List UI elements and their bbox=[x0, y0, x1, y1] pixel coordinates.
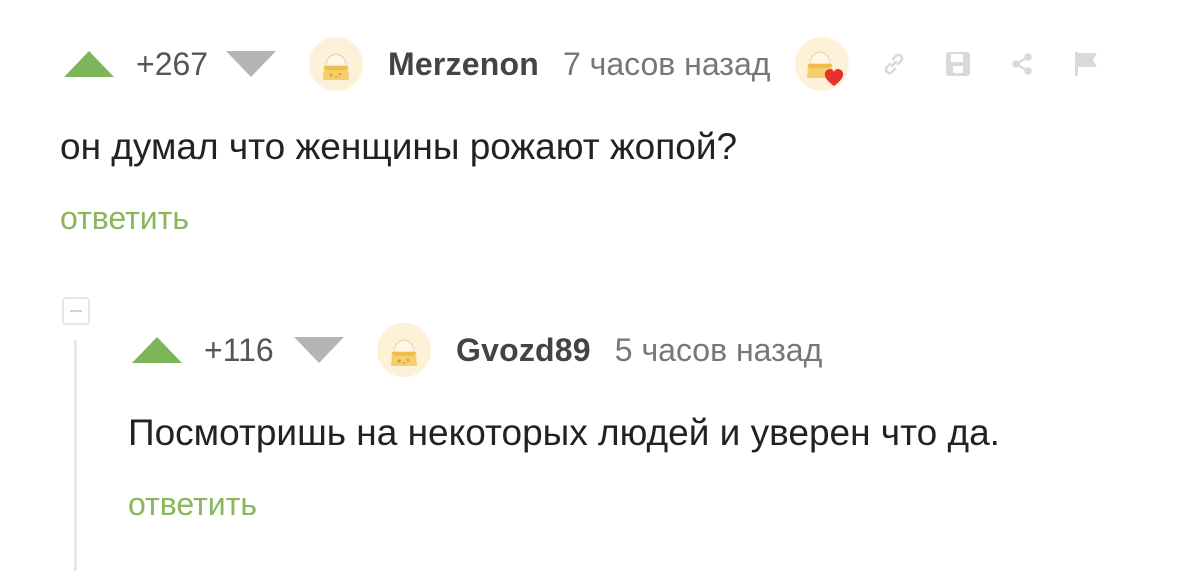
reply-button[interactable]: ответить bbox=[128, 486, 257, 523]
upvote-arrow-icon bbox=[64, 51, 114, 77]
reply-button[interactable]: ответить bbox=[60, 200, 189, 237]
comment-timestamp[interactable]: 5 часов назад bbox=[615, 332, 822, 369]
comment-actions bbox=[878, 48, 1102, 80]
comment-text: Посмотришь на некоторых людей и уверен ч… bbox=[128, 412, 1000, 453]
upvote-arrow-icon bbox=[132, 337, 182, 363]
comment-timestamp[interactable]: 7 часов назад bbox=[563, 46, 770, 83]
thread-line[interactable] bbox=[74, 340, 77, 571]
downvote-arrow-icon bbox=[294, 337, 344, 363]
heart-avatar-icon bbox=[795, 37, 850, 91]
comment-rating: +267 bbox=[136, 45, 209, 82]
link-icon[interactable] bbox=[878, 48, 910, 80]
upvote-button[interactable] bbox=[60, 49, 118, 79]
default-cheese-avatar-icon bbox=[309, 37, 363, 91]
collapse-thread-button[interactable] bbox=[62, 297, 90, 325]
avatar[interactable] bbox=[376, 322, 432, 378]
downvote-button[interactable] bbox=[290, 335, 348, 365]
default-cheese-avatar-icon bbox=[377, 323, 431, 377]
comment-author[interactable]: Gvozd89 bbox=[456, 332, 591, 369]
save-icon[interactable] bbox=[942, 48, 974, 80]
liked-avatar-badge[interactable] bbox=[794, 36, 850, 92]
downvote-button[interactable] bbox=[222, 49, 280, 79]
upvote-button[interactable] bbox=[128, 335, 186, 365]
comment-header: +267 Merzenon 7 часов назад bbox=[60, 36, 1102, 92]
downvote-arrow-icon bbox=[226, 51, 276, 77]
comment-author[interactable]: Merzenon bbox=[388, 46, 539, 83]
comment-rating: +116 bbox=[204, 331, 274, 368]
avatar[interactable] bbox=[308, 36, 364, 92]
flag-icon[interactable] bbox=[1070, 48, 1102, 80]
comment-text: он думал что женщины рожают жопой? bbox=[60, 126, 738, 167]
reply-comment-header: +116 Gvozd89 5 часов назад bbox=[128, 322, 822, 378]
share-icon[interactable] bbox=[1006, 48, 1038, 80]
